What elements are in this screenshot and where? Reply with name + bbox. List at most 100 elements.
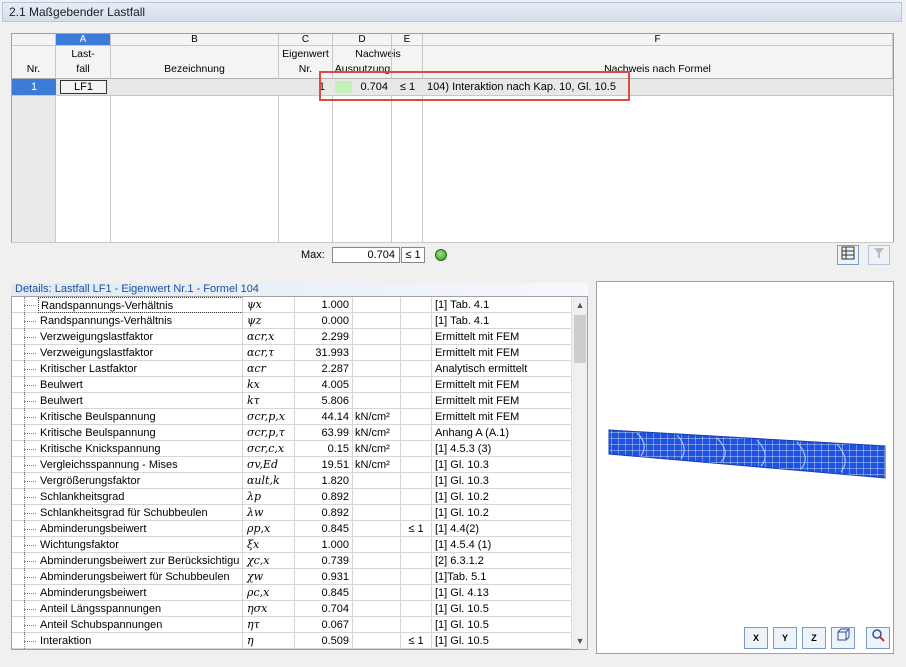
col-letter-c[interactable]: C xyxy=(279,34,333,46)
max-le: ≤ 1 xyxy=(401,247,425,263)
detail-unit: kN/cm² xyxy=(353,425,401,441)
detail-value: 19.51 xyxy=(295,457,353,473)
detail-value: 63.99 xyxy=(295,425,353,441)
scroll-up-icon[interactable]: ▲ xyxy=(572,297,587,313)
detail-value: 31.993 xyxy=(295,345,353,361)
details-row[interactable]: Wichtungsfaktor ξx 1.000 [1] 4.5.4 (1) xyxy=(12,537,572,553)
detail-name: Abminderungsbeiwert zur Berücksichtigu xyxy=(38,553,243,569)
details-row[interactable]: Verzweigungslastfaktor αcr,τ 31.993 Ermitte… xyxy=(12,345,572,361)
view-iso-button[interactable] xyxy=(831,627,855,649)
col-letter-b[interactable]: B xyxy=(111,34,279,46)
detail-reference: Ermittelt mit FEM xyxy=(435,411,520,423)
scroll-down-icon[interactable]: ▼ xyxy=(572,633,587,649)
tree-line xyxy=(12,601,38,617)
details-row[interactable]: Verzweigungslastfaktor αcr,x 2.299 Ermittel… xyxy=(12,329,572,345)
view-reset-button[interactable] xyxy=(866,627,890,649)
col-letter-d[interactable]: D xyxy=(333,34,392,46)
detail-limit: ≤ 1 xyxy=(401,521,432,537)
details-table[interactable]: Randspannungs-Verhältnis ψx 1.000 [1] Tab. … xyxy=(11,296,588,650)
detail-unit xyxy=(353,601,401,617)
detail-reference: [1] Gl. 10.3 xyxy=(435,475,489,487)
details-row[interactable]: Abminderungsbeiwert ρp,x 0.845 ≤ 1 [1] 4.4(2… xyxy=(12,521,572,537)
detail-value: 0.000 xyxy=(295,313,353,329)
header-bezeichnung: Bezeichnung xyxy=(111,46,279,79)
detail-limit xyxy=(401,553,432,569)
detail-unit xyxy=(353,521,401,537)
detail-symbol: σv,Ed xyxy=(243,457,295,473)
detail-limit xyxy=(401,505,432,521)
detail-reference: [1] 4.4(2) xyxy=(435,523,480,535)
detail-value: 44.14 xyxy=(295,409,353,425)
tree-line xyxy=(12,537,38,553)
tree-line xyxy=(12,425,38,441)
details-row[interactable]: Beulwert kx 4.005 Ermittelt mit FEM xyxy=(12,377,572,393)
details-row[interactable]: Anteil Längsspannungen ησx 0.704 [1] Gl. 10… xyxy=(12,601,572,617)
detail-reference: [1] Gl. 4.13 xyxy=(435,587,489,599)
details-row[interactable]: Kritische Knickspannung σcr,c,x 0.15 kN/cm²… xyxy=(12,441,572,457)
filter-button[interactable] xyxy=(868,245,890,265)
details-row[interactable]: Schlankheitsgrad für Schubbeulen λw 0.892 [… xyxy=(12,505,572,521)
details-row[interactable]: Abminderungsbeiwert ρc,x 0.845 [1] Gl. 4.13 xyxy=(12,585,572,601)
detail-unit xyxy=(353,297,401,313)
col-letter-e[interactable]: E xyxy=(392,34,423,46)
detail-reference: [1] Gl. 10.3 xyxy=(435,459,489,471)
detail-limit xyxy=(401,457,432,473)
details-row[interactable]: Interaktion η 0.509 ≤ 1 [1] Gl. 10.5 xyxy=(12,633,572,649)
detail-value: 1.820 xyxy=(295,473,353,489)
detail-limit: ≤ 1 xyxy=(401,633,432,649)
tree-line xyxy=(12,633,38,649)
details-row[interactable]: Kritische Beulspannung σcr,p,τ 63.99 kN/cm²… xyxy=(12,425,572,441)
details-row[interactable]: Abminderungsbeiwert für Schubbeulen χw 0.9… xyxy=(12,569,572,585)
view-z-button[interactable]: Z xyxy=(802,627,826,649)
tree-line xyxy=(12,521,38,537)
details-row[interactable]: Kritischer Lastfaktor αcr 2.287 Analytisch … xyxy=(12,361,572,377)
tree-line xyxy=(12,457,38,473)
detail-name: Vergrößerungsfaktor xyxy=(38,473,243,489)
view-y-button[interactable]: Y xyxy=(773,627,797,649)
details-row[interactable]: Abminderungsbeiwert zur Berücksichtigu χc… xyxy=(12,553,572,569)
col-letter-a[interactable]: A xyxy=(56,34,111,46)
table-settings-button[interactable] xyxy=(837,245,859,265)
detail-symbol: χc,x xyxy=(243,553,295,569)
details-row[interactable]: Vergleichsspannung - Mises σv,Ed 19.51 kN/c… xyxy=(12,457,572,473)
detail-unit xyxy=(353,633,401,649)
scroll-thumb[interactable] xyxy=(574,315,586,363)
detail-name: Kritische Beulspannung xyxy=(38,425,243,441)
details-row[interactable]: Schlankheitsgrad λp 0.892 [1] Gl. 10.2 xyxy=(12,489,572,505)
details-row[interactable]: Kritische Beulspannung σcr,p,x 44.14 kN/cm²… xyxy=(12,409,572,425)
details-row[interactable]: Randspannungs-Verhältnis ψx 1.000 [1] Tab. … xyxy=(12,297,572,313)
detail-limit xyxy=(401,409,432,425)
detail-limit xyxy=(401,489,432,505)
detail-reference: [1] Tab. 4.1 xyxy=(435,299,490,311)
detail-value: 0.892 xyxy=(295,489,353,505)
detail-name: Anteil Schubspannungen xyxy=(38,617,243,633)
detail-limit xyxy=(401,617,432,633)
row-lastfall[interactable]: LF1 xyxy=(60,80,107,94)
tree-line xyxy=(12,361,38,377)
detail-symbol: λw xyxy=(243,505,295,521)
view-x-label: X xyxy=(752,633,759,643)
detail-limit xyxy=(401,425,432,441)
detail-reference: [1]Tab. 5.1 xyxy=(435,571,487,583)
detail-value: 4.005 xyxy=(295,377,353,393)
detail-reference: Analytisch ermittelt xyxy=(435,363,528,375)
header-lastfall: Last-fall xyxy=(56,46,111,79)
details-row[interactable]: Randspannungs-Verhältnis ψz 0.000 [1] Tab. … xyxy=(12,313,572,329)
details-scrollbar[interactable]: ▲ ▼ xyxy=(571,297,587,649)
row-nr[interactable]: 1 xyxy=(12,79,56,95)
col-letter-f[interactable]: F xyxy=(423,34,893,46)
detail-limit xyxy=(401,441,432,457)
details-row[interactable]: Anteil Schubspannungen ητ 0.067 [1] Gl. 10.… xyxy=(12,617,572,633)
tree-line xyxy=(12,297,38,313)
row-bezeichnung[interactable] xyxy=(111,79,279,95)
details-row[interactable]: Beulwert kτ 5.806 Ermittelt mit FEM xyxy=(12,393,572,409)
plate-3d-view[interactable] xyxy=(596,281,894,654)
detail-name: Wichtungsfaktor xyxy=(38,537,243,553)
view-y-label: Y xyxy=(781,633,788,643)
view-x-button[interactable]: X xyxy=(744,627,768,649)
cube-icon xyxy=(837,628,851,641)
details-row[interactable]: Vergrößerungsfaktor αult,k 1.820 [1] Gl. 10… xyxy=(12,473,572,489)
detail-limit xyxy=(401,537,432,553)
detail-limit xyxy=(401,297,432,313)
result-grid[interactable]: A B C D E F Nr. Last-fall Bezeichnung Ei… xyxy=(11,33,894,265)
